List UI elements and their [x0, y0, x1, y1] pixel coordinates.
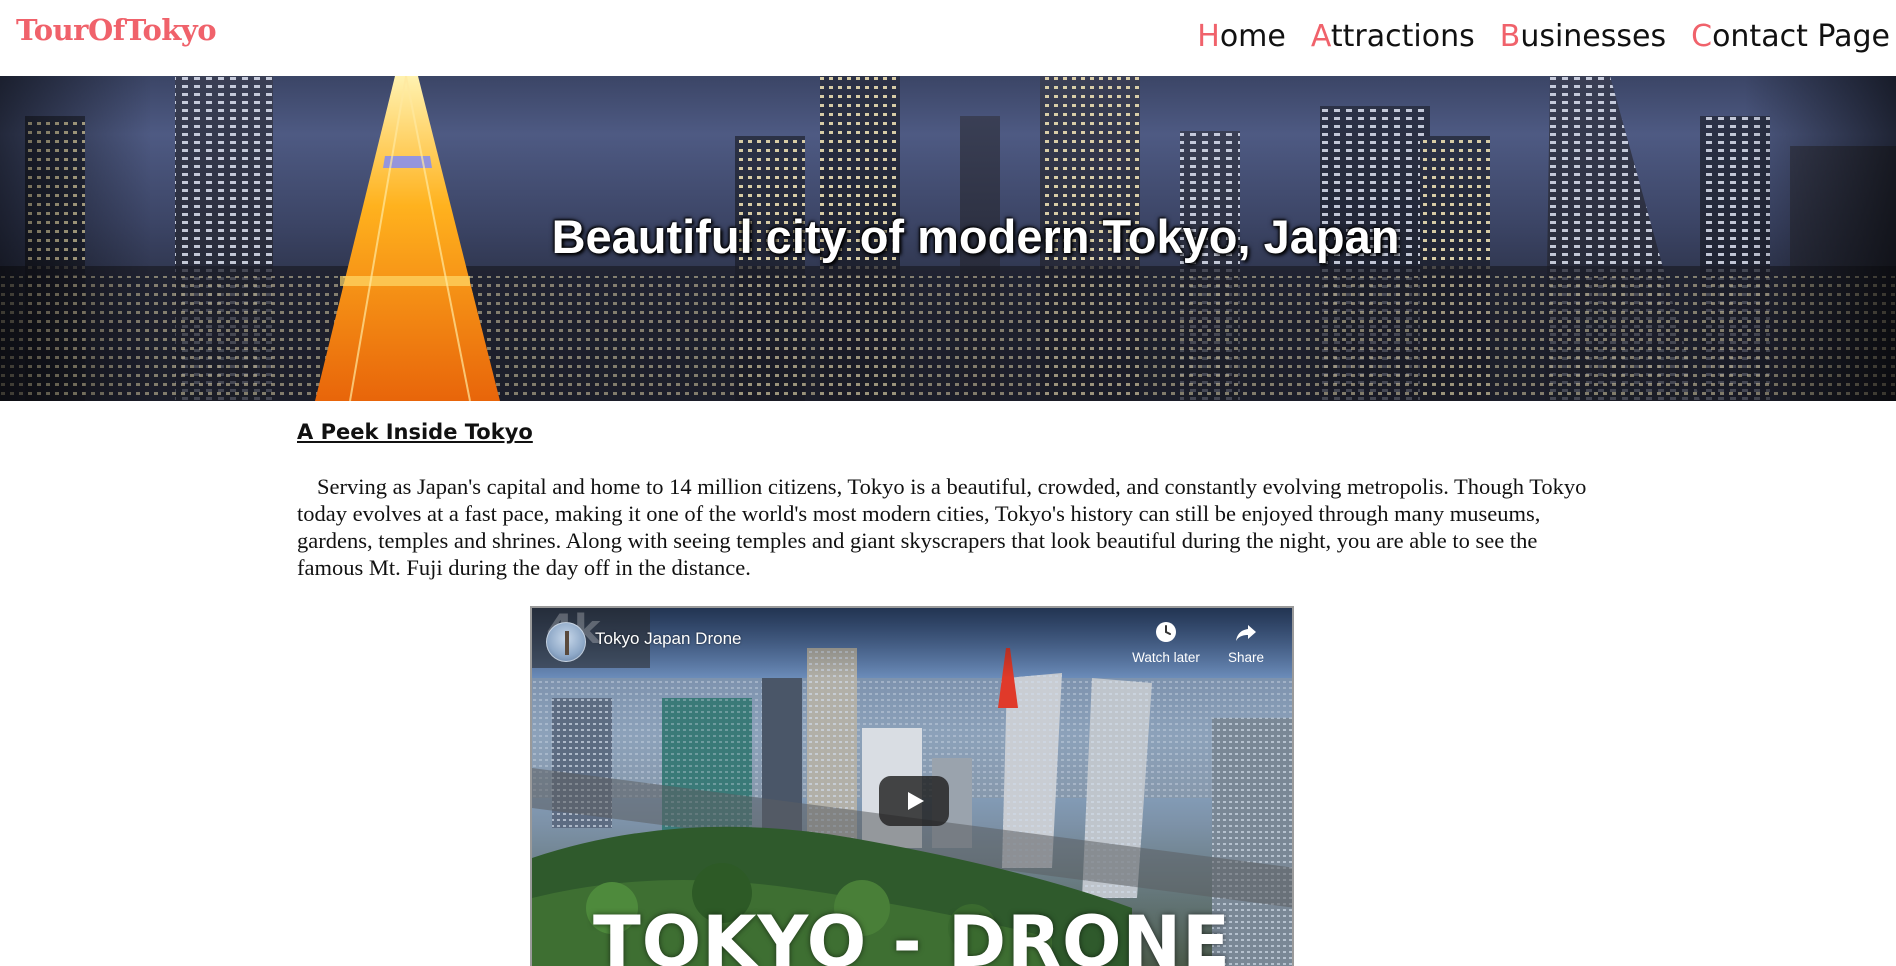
video-overlay-text: TOKYO - DRONE: [593, 901, 1231, 966]
nav-contact-page[interactable]: Contact Page: [1691, 19, 1890, 54]
nav-businesses[interactable]: Businesses: [1500, 19, 1666, 54]
main-nav: Home Attractions Businesses Contact Page: [1197, 19, 1890, 54]
section-heading: A Peek Inside Tokyo: [297, 420, 533, 444]
main-content: A Peek Inside Tokyo Serving as Japan's c…: [297, 420, 1597, 604]
channel-avatar[interactable]: [546, 622, 586, 662]
watch-later-button[interactable]: Watch later: [1126, 620, 1206, 665]
watch-later-label: Watch later: [1132, 650, 1200, 665]
video-player[interactable]: 4k Tokyo Japan Drone Watch later Share T…: [530, 606, 1294, 966]
site-logo[interactable]: TourOfTokyo: [16, 13, 217, 47]
hero-banner: Beautiful city of modern Tokyo, Japan: [0, 76, 1896, 401]
nav-attractions[interactable]: Attractions: [1311, 19, 1475, 54]
clock-icon: [1154, 620, 1178, 644]
share-button[interactable]: Share: [1216, 620, 1276, 665]
video-title[interactable]: Tokyo Japan Drone: [595, 629, 741, 649]
hero-title: Beautiful city of modern Tokyo, Japan: [551, 210, 1400, 263]
play-button[interactable]: [879, 776, 949, 826]
nav-home[interactable]: Home: [1197, 19, 1286, 54]
site-header: TourOfTokyo Home Attractions Businesses …: [0, 0, 1896, 76]
intro-paragraph: Serving as Japan's capital and home to 1…: [297, 474, 1587, 580]
share-label: Share: [1227, 650, 1265, 665]
share-icon: [1234, 620, 1258, 644]
